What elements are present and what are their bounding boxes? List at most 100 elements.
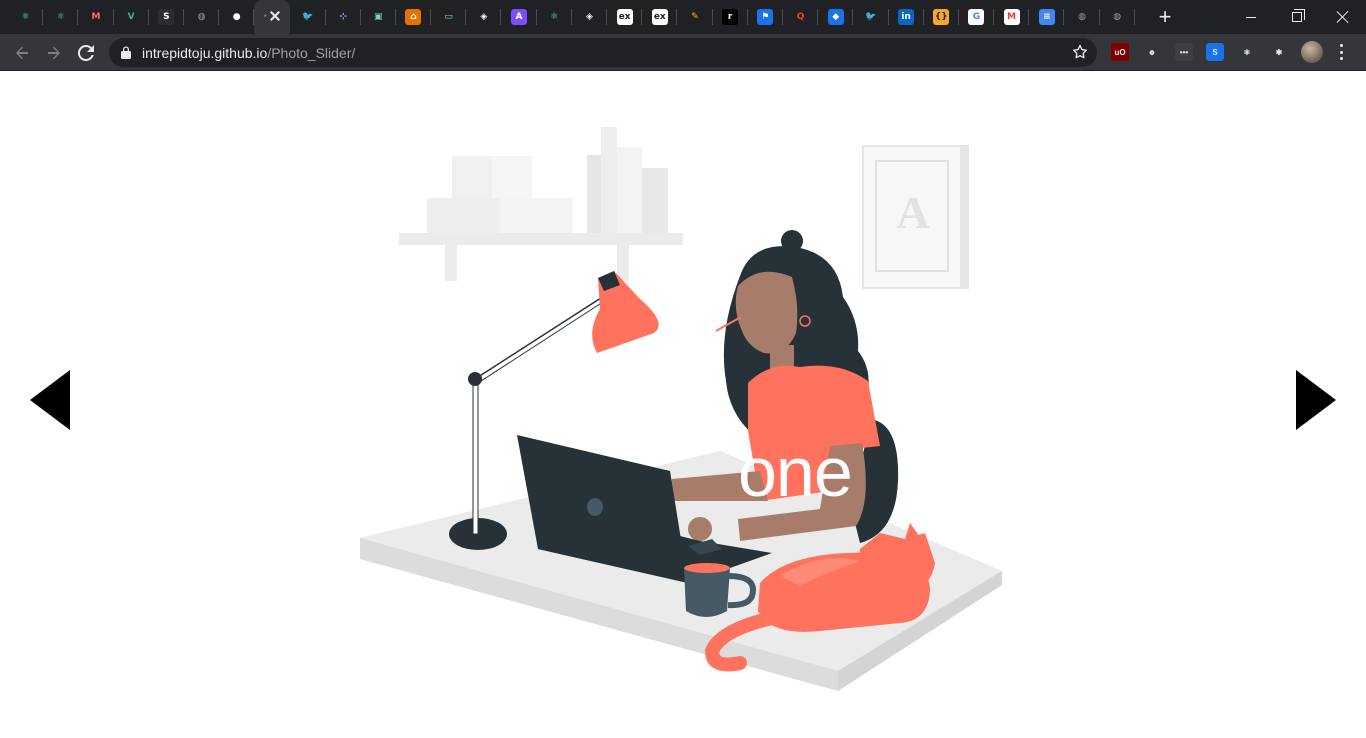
bookmark-star-icon[interactable] bbox=[1071, 43, 1089, 61]
next-slide-button[interactable] bbox=[1295, 369, 1337, 431]
pencil-icon: ✎ bbox=[691, 12, 699, 22]
diamond-icon: ◆ bbox=[827, 9, 844, 25]
codepen-icon: ◈ bbox=[585, 12, 593, 22]
tab[interactable]: ⚑ bbox=[748, 0, 784, 34]
back-button[interactable] bbox=[9, 40, 35, 66]
ex-icon: ex bbox=[651, 9, 668, 25]
url-text: intrepidtoju.github.io/Photo_Slider/ bbox=[142, 45, 355, 61]
close-icon bbox=[1337, 11, 1349, 23]
tab[interactable]: in bbox=[889, 0, 924, 34]
tab[interactable]: Q bbox=[783, 0, 819, 34]
tab[interactable]: ⊹ bbox=[326, 0, 361, 34]
shelf bbox=[399, 127, 683, 281]
scholar-icon: ⌂ bbox=[405, 9, 422, 25]
slide-illustration: A bbox=[360, 127, 1002, 691]
google-icon: G bbox=[968, 9, 985, 25]
arrow-left-icon bbox=[16, 46, 28, 60]
codepen-icon: ◈ bbox=[480, 12, 488, 22]
react-devtools-icon[interactable]: ⚛ bbox=[1238, 43, 1256, 61]
tab[interactable]: ● bbox=[219, 0, 255, 34]
s-logo-icon: S bbox=[158, 9, 175, 25]
github-icon: ● bbox=[232, 12, 241, 22]
ex-icon: ex bbox=[616, 9, 633, 25]
tab[interactable]: ex bbox=[642, 0, 678, 34]
tab[interactable]: ⚛ bbox=[8, 0, 44, 34]
terminal-icon: ▭ bbox=[440, 9, 457, 25]
react-icon: ⚛ bbox=[21, 12, 30, 22]
react-icon: ⚛ bbox=[550, 12, 559, 22]
ublock-icon[interactable]: uO bbox=[1111, 43, 1129, 61]
tab[interactable]: ◍ bbox=[1100, 0, 1136, 34]
tab[interactable]: ≡ bbox=[1029, 0, 1065, 34]
twitter-icon: 🐦 bbox=[865, 12, 877, 22]
new-tab-button[interactable]: + bbox=[1155, 6, 1175, 28]
linkedin-icon: in bbox=[898, 9, 915, 25]
tab-strip: ⚛ ⚛ M V S ◍ ● · 🐦 ⊹ ▣ ⌂ ▭ ◈ A ⚛ ◈ ex ex ✎ r ⚑ Q ◆ 🐦 in {} G M ≡ ◍ ◍ + bbox=[0, 0, 1366, 34]
profile-avatar[interactable] bbox=[1301, 41, 1323, 63]
forward-button[interactable] bbox=[41, 40, 67, 66]
globe-icon: ◍ bbox=[1078, 12, 1086, 22]
tab-active[interactable]: · bbox=[254, 0, 291, 34]
tab[interactable]: ◍ bbox=[184, 0, 220, 34]
tab[interactable]: r bbox=[713, 0, 748, 34]
tab[interactable]: ▭ bbox=[431, 0, 467, 34]
flag-icon: ⚑ bbox=[757, 9, 774, 25]
tab-close-icon[interactable] bbox=[269, 10, 281, 22]
lock-icon bbox=[121, 46, 131, 59]
docs-icon: ≡ bbox=[1038, 9, 1055, 25]
tab[interactable]: M bbox=[994, 0, 1030, 34]
tab[interactable]: A bbox=[501, 0, 537, 34]
twitter-icon: 🐦 bbox=[302, 12, 314, 22]
globe-icon: ◍ bbox=[1113, 12, 1122, 22]
reload-button[interactable] bbox=[73, 40, 99, 66]
restore-icon bbox=[1292, 9, 1305, 22]
dots-ext-icon[interactable]: ••• bbox=[1175, 43, 1193, 61]
tab[interactable]: 🐦 bbox=[290, 0, 326, 34]
tab[interactable]: ◆ bbox=[818, 0, 854, 34]
bracket-icon: {} bbox=[933, 9, 950, 25]
tab[interactable]: G bbox=[959, 0, 995, 34]
tab[interactable]: ◈ bbox=[466, 0, 502, 34]
antenna-icon: ⊹ bbox=[339, 12, 347, 22]
tab[interactable]: M bbox=[78, 0, 114, 34]
react-icon: ⚛ bbox=[56, 12, 65, 22]
tab[interactable]: ⚛ bbox=[537, 0, 573, 34]
tab[interactable]: ⚛ bbox=[43, 0, 79, 34]
s-ext-icon[interactable]: S bbox=[1206, 43, 1224, 61]
tab[interactable]: ◍ bbox=[1064, 0, 1100, 34]
tab[interactable]: {} bbox=[924, 0, 960, 34]
picture-frame: A bbox=[862, 145, 969, 289]
vue-icon: V bbox=[127, 12, 135, 22]
close-window-button[interactable] bbox=[1320, 0, 1366, 34]
tab[interactable]: ▣ bbox=[361, 0, 397, 34]
page-content: A one bbox=[0, 71, 1366, 738]
mask-icon[interactable]: ☻ bbox=[1143, 43, 1161, 61]
tab[interactable]: ✎ bbox=[677, 0, 713, 34]
url-host: intrepidtoju.github.io bbox=[142, 45, 268, 61]
puzzle-icon[interactable]: ✱ bbox=[1270, 43, 1288, 61]
browser-menu-button[interactable] bbox=[1340, 44, 1344, 60]
url-path: /Photo_Slider/ bbox=[267, 45, 356, 61]
address-bar[interactable]: intrepidtoju.github.io/Photo_Slider/ bbox=[109, 38, 1097, 67]
gmail-icon: M bbox=[1003, 9, 1020, 25]
tab[interactable]: V bbox=[114, 0, 149, 34]
tab[interactable]: S bbox=[149, 0, 185, 34]
triangle-right-icon bbox=[1296, 370, 1336, 430]
m-logo-icon: M bbox=[91, 12, 101, 22]
browser-toolbar: intrepidtoju.github.io/Photo_Slider/ uO ☻… bbox=[0, 34, 1366, 71]
q-logo-icon: Q bbox=[796, 12, 805, 22]
r-logo-icon: r bbox=[722, 9, 739, 25]
restore-button[interactable] bbox=[1274, 0, 1320, 34]
tab[interactable]: ex bbox=[607, 0, 643, 34]
svg-text:A: A bbox=[896, 187, 929, 238]
minimize-icon bbox=[1246, 16, 1256, 18]
minimize-button[interactable] bbox=[1228, 0, 1274, 34]
tab[interactable]: 🐦 bbox=[853, 0, 889, 34]
image-icon: ▣ bbox=[374, 12, 383, 22]
a-logo-icon: A bbox=[511, 9, 528, 25]
tab[interactable]: ⌂ bbox=[396, 0, 432, 34]
globe-icon: ◍ bbox=[197, 12, 206, 22]
tab[interactable]: ◈ bbox=[572, 0, 608, 34]
triangle-left-icon bbox=[30, 370, 70, 430]
prev-slide-button[interactable] bbox=[29, 369, 71, 431]
